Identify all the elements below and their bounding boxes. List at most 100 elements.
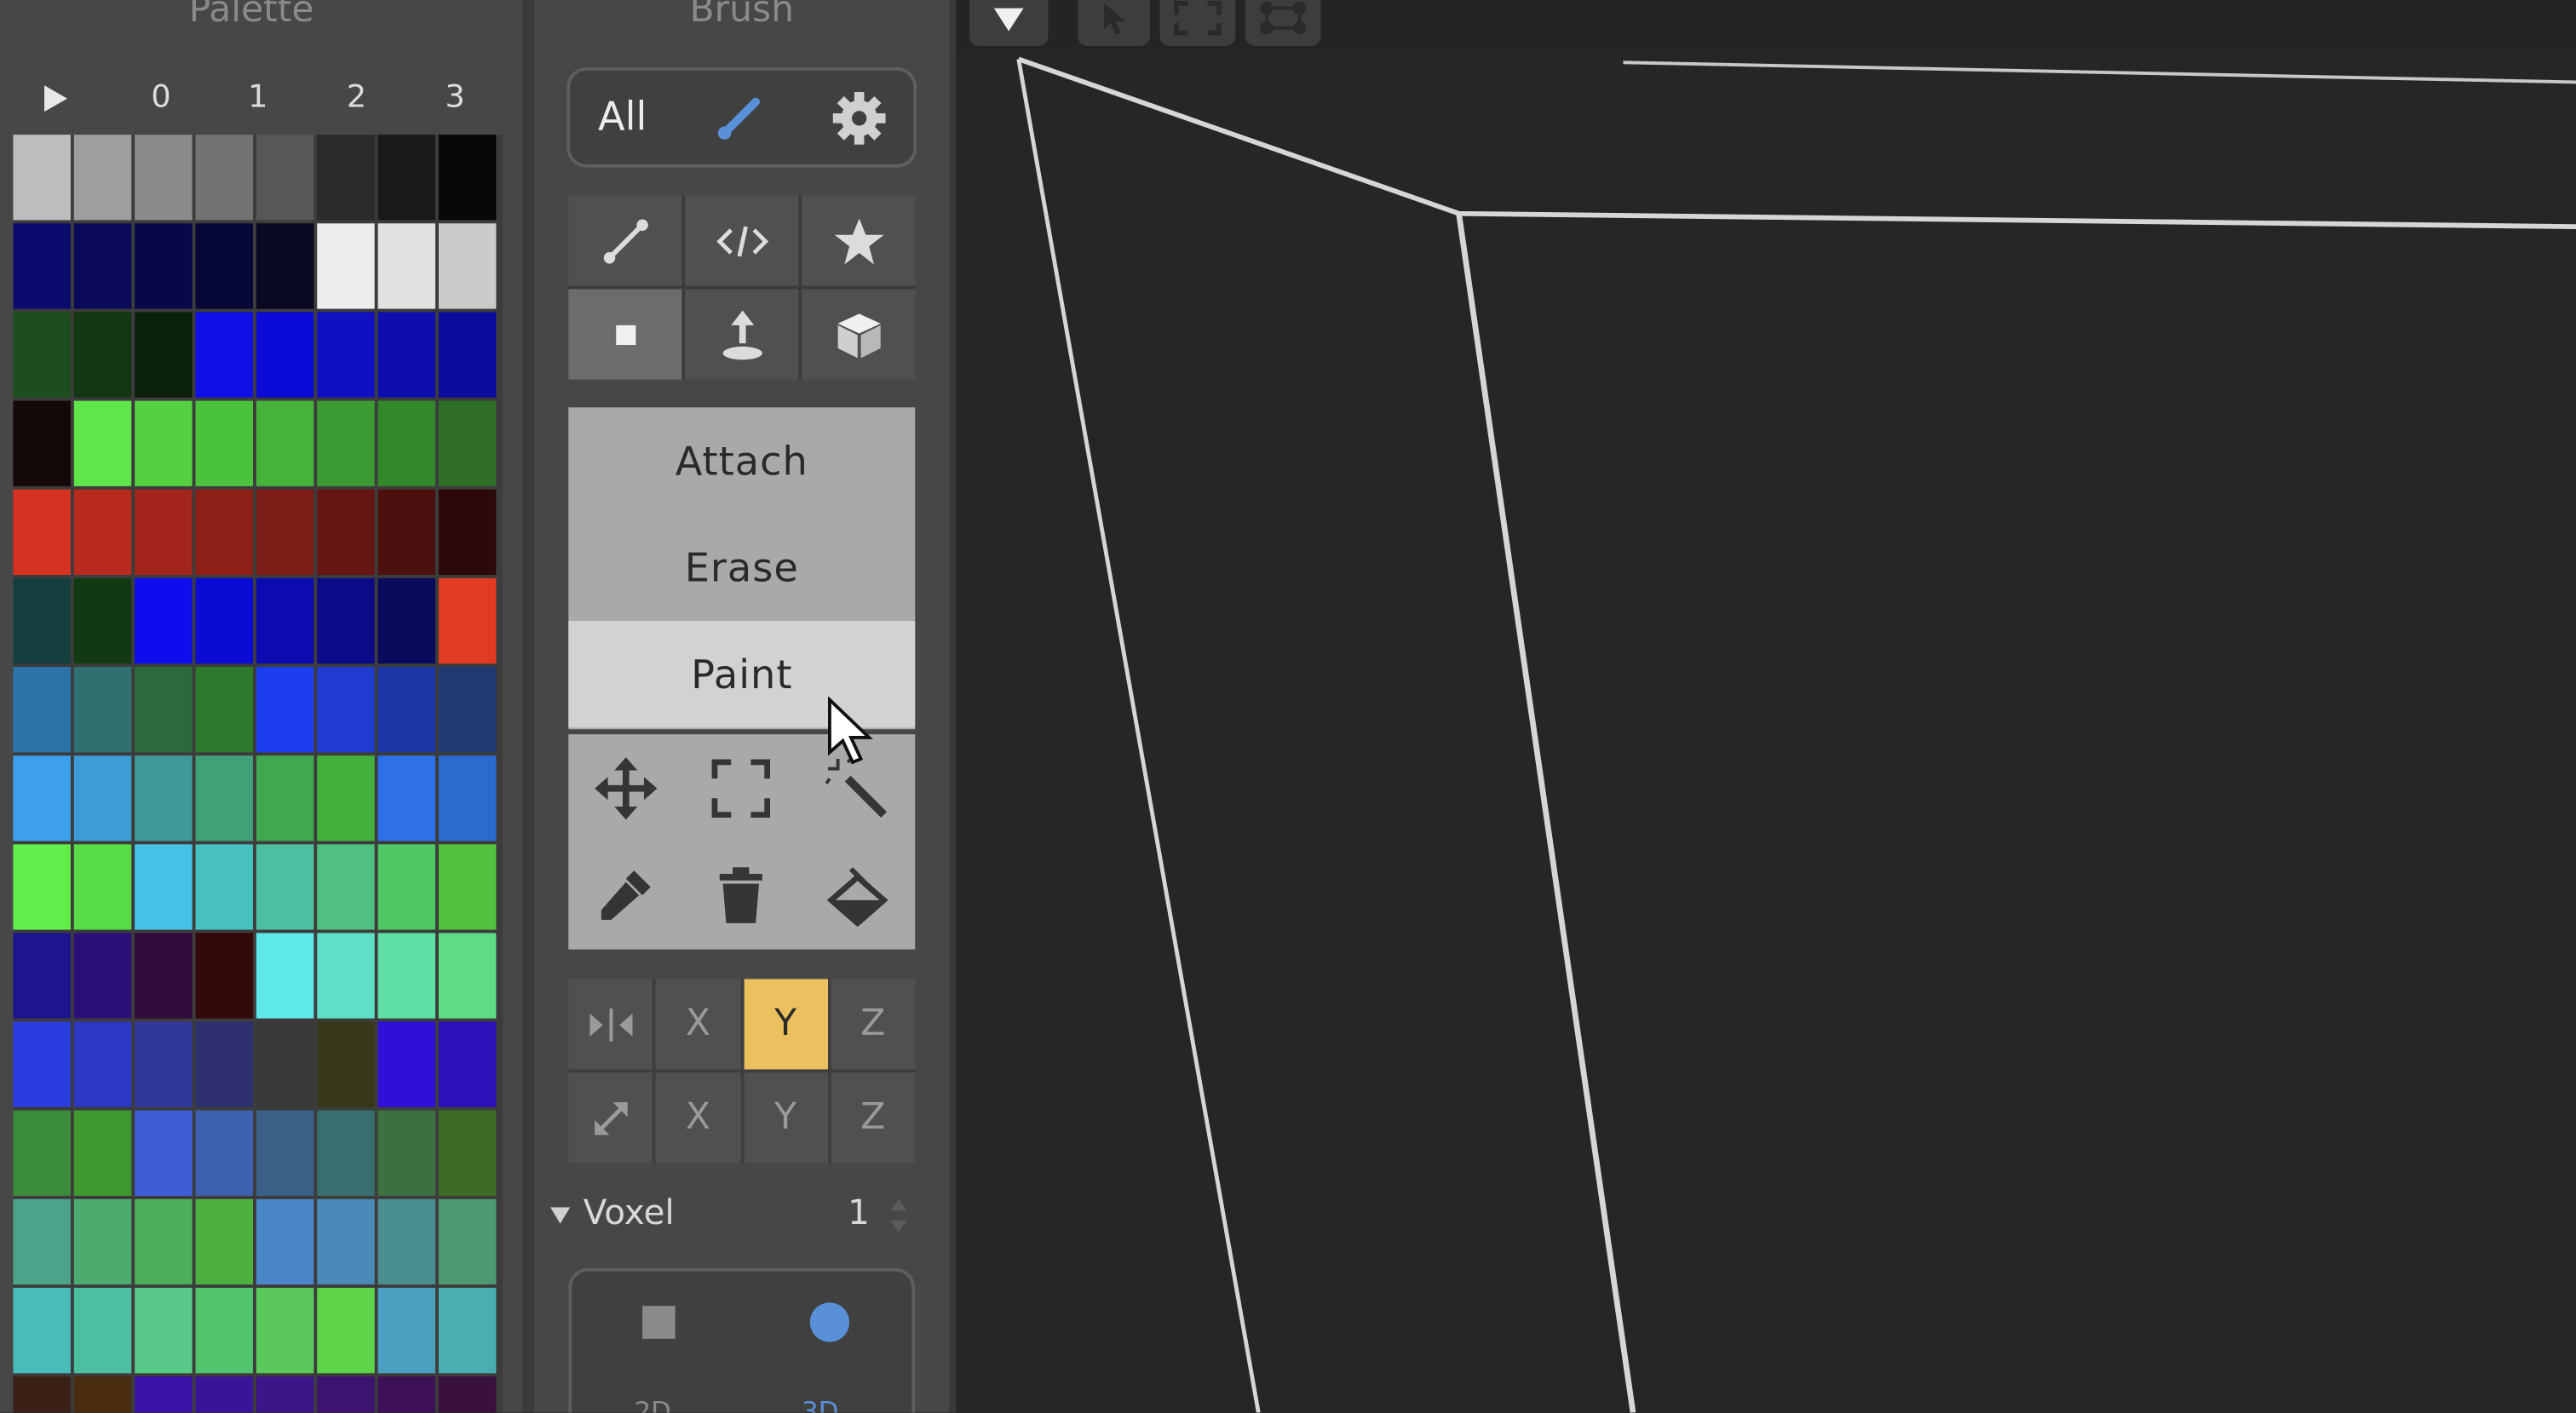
palette-swatch[interactable]	[377, 400, 436, 486]
palette-swatch[interactable]	[256, 1288, 314, 1374]
palette-swatch[interactable]	[377, 1021, 436, 1107]
palette-swatch[interactable]	[195, 1021, 254, 1107]
voxel-tool-button[interactable]	[568, 289, 682, 380]
palette-swatch[interactable]	[438, 755, 497, 841]
palette-swatch[interactable]	[438, 844, 497, 930]
palette-swatch[interactable]	[256, 667, 314, 753]
palette-swatch[interactable]	[73, 1021, 132, 1107]
3d-viewport[interactable]	[956, 0, 2576, 1413]
palette-swatch[interactable]	[317, 135, 375, 221]
palette-swatch[interactable]	[377, 1376, 436, 1413]
palette-swatch[interactable]	[135, 1288, 193, 1374]
palette-swatch[interactable]	[256, 312, 314, 398]
palette-swatch[interactable]	[73, 312, 132, 398]
palette-swatch[interactable]	[256, 1376, 314, 1413]
palette-swatch[interactable]	[13, 135, 71, 221]
palette-swatch[interactable]	[438, 223, 497, 309]
palette-swatch[interactable]	[13, 1198, 71, 1285]
palette-swatch[interactable]	[317, 1198, 375, 1285]
palette-swatch[interactable]	[13, 400, 71, 486]
palette-swatch[interactable]	[135, 577, 193, 664]
palette-swatch[interactable]	[195, 844, 254, 930]
scale-x-toggle[interactable]: X	[655, 1072, 740, 1163]
palette-swatch[interactable]	[256, 577, 314, 664]
mirror-x-toggle[interactable]: X	[655, 979, 740, 1070]
mirror-y-toggle[interactable]: Y	[743, 979, 828, 1070]
palette-swatch[interactable]	[256, 755, 314, 841]
fill-bucket-tool-button[interactable]	[800, 841, 916, 949]
palette-swatch[interactable]	[135, 1110, 193, 1197]
palette-swatch[interactable]	[73, 933, 132, 1019]
palette-swatch[interactable]	[317, 1376, 375, 1413]
palette-swatch[interactable]	[73, 577, 132, 664]
palette-swatch[interactable]	[135, 400, 193, 486]
palette-swatch[interactable]	[135, 1198, 193, 1285]
gear-icon[interactable]	[830, 89, 888, 154]
palette-swatch[interactable]	[13, 844, 71, 930]
palette-swatch[interactable]	[317, 400, 375, 486]
palette-swatch[interactable]	[438, 933, 497, 1019]
palette-swatch[interactable]	[195, 577, 254, 664]
mirror-tool-button[interactable]	[568, 979, 653, 1070]
palette-swatch[interactable]	[13, 489, 71, 576]
voxel-size-value[interactable]: 1	[848, 1192, 870, 1232]
palette-column-0[interactable]: 0	[128, 79, 193, 115]
palette-column-2[interactable]: 2	[324, 79, 389, 115]
mirror-z-toggle[interactable]: Z	[831, 979, 916, 1070]
palette-swatch[interactable]	[317, 1021, 375, 1107]
palette-swatch[interactable]	[438, 400, 497, 486]
cube-tool-button[interactable]	[802, 289, 916, 380]
palette-swatch[interactable]	[317, 223, 375, 309]
palette-swatch[interactable]	[13, 933, 71, 1019]
palette-swatch[interactable]	[438, 489, 497, 576]
palette-swatch[interactable]	[73, 1376, 132, 1413]
scale-tool-button[interactable]	[568, 1072, 653, 1163]
palette-swatch[interactable]	[73, 400, 132, 486]
palette-swatch[interactable]	[256, 489, 314, 576]
palette-swatch[interactable]	[256, 223, 314, 309]
palette-swatch[interactable]	[377, 223, 436, 309]
palette-swatch[interactable]	[377, 933, 436, 1019]
palette-swatch[interactable]	[195, 1288, 254, 1374]
palette-swatch[interactable]	[195, 1376, 254, 1413]
palette-swatch[interactable]	[73, 1110, 132, 1197]
palette-swatch[interactable]	[195, 667, 254, 753]
pointer-tool-button[interactable]	[1078, 0, 1151, 47]
palette-swatch[interactable]	[73, 844, 132, 930]
brush-icon[interactable]	[711, 90, 768, 152]
palette-swatch[interactable]	[195, 400, 254, 486]
palette-swatch[interactable]	[438, 1110, 497, 1197]
palette-swatch[interactable]	[195, 489, 254, 576]
palette-swatch[interactable]	[438, 1021, 497, 1107]
palette-swatch[interactable]	[377, 1110, 436, 1197]
palette-swatch[interactable]	[438, 577, 497, 664]
palette-swatch[interactable]	[256, 1021, 314, 1107]
palette-swatch[interactable]	[135, 1376, 193, 1413]
panel-divider[interactable]	[949, 0, 957, 1413]
view-menu-button[interactable]	[969, 0, 1049, 47]
square-shape-option[interactable]	[642, 1306, 676, 1339]
palette-swatch[interactable]	[317, 577, 375, 664]
palette-swatch[interactable]	[317, 489, 375, 576]
move-tool-button[interactable]	[568, 734, 684, 841]
palette-swatch[interactable]	[135, 755, 193, 841]
palette-swatch[interactable]	[135, 667, 193, 753]
palette-swatch[interactable]	[13, 755, 71, 841]
palette-swatch[interactable]	[73, 135, 132, 221]
palette-swatch[interactable]	[135, 135, 193, 221]
mode-erase[interactable]: Erase	[568, 514, 915, 621]
star-tool-button[interactable]	[802, 195, 916, 286]
palette-swatch[interactable]	[317, 1110, 375, 1197]
palette-swatch[interactable]	[13, 223, 71, 309]
palette-swatch[interactable]	[135, 1021, 193, 1107]
palette-swatch[interactable]	[13, 1288, 71, 1374]
select-box-tool-button[interactable]	[684, 734, 800, 841]
palette-swatch[interactable]	[438, 1376, 497, 1413]
scale-z-toggle[interactable]: Z	[831, 1072, 916, 1163]
palette-swatch[interactable]	[256, 933, 314, 1019]
palette-swatch[interactable]	[438, 1288, 497, 1374]
code-tool-button[interactable]	[685, 195, 799, 286]
voxel-size-stepper[interactable]	[888, 1194, 908, 1237]
eyedropper-tool-button[interactable]	[568, 841, 684, 949]
scope-all-button[interactable]: All	[598, 94, 647, 140]
